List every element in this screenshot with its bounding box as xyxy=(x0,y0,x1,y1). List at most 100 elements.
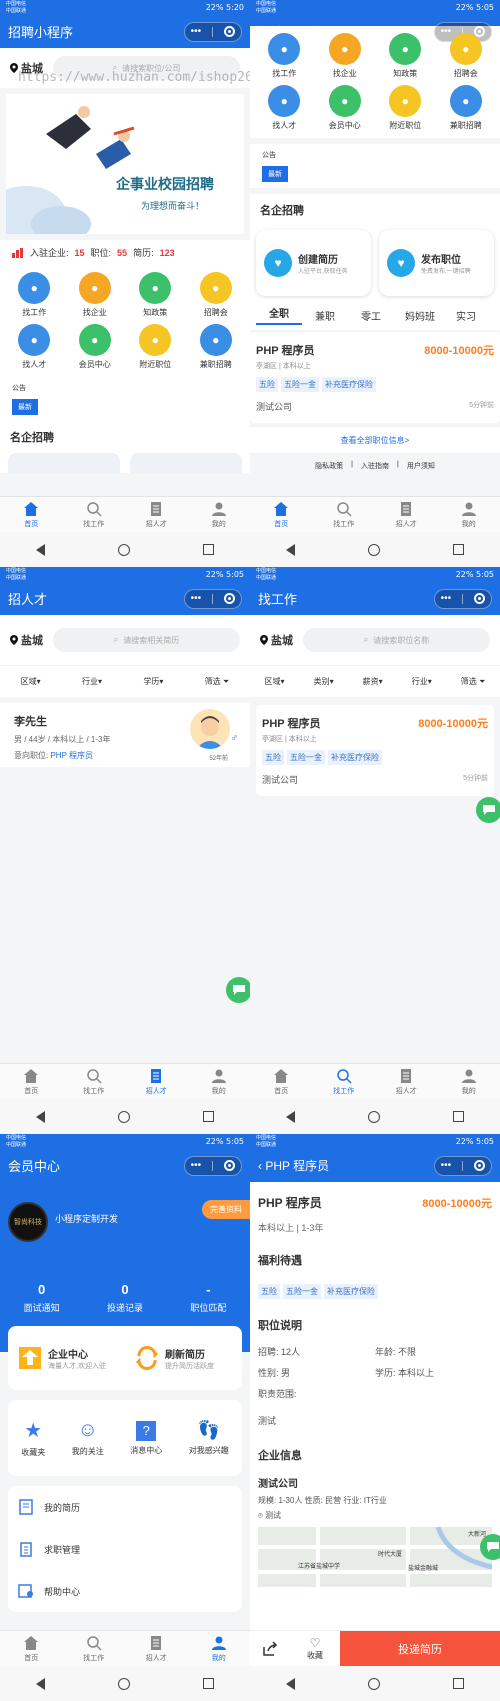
city-selector[interactable]: 盐城 xyxy=(10,632,43,648)
close-icon[interactable] xyxy=(224,593,236,604)
more-icon[interactable]: ••• xyxy=(191,593,202,604)
tab-home[interactable]: 首页 xyxy=(0,1064,63,1099)
filter-category[interactable]: 类别▾ xyxy=(314,676,334,687)
more-icon[interactable]: ••• xyxy=(191,26,202,37)
tab-internship[interactable]: 实习 xyxy=(446,308,486,323)
tab-fulltime[interactable]: 全职 xyxy=(256,305,302,325)
home-nav-icon[interactable] xyxy=(117,1677,130,1690)
recents-icon[interactable] xyxy=(452,544,464,555)
tab-find-job[interactable]: 找工作 xyxy=(63,1631,126,1666)
recents-icon[interactable] xyxy=(202,1111,214,1122)
filter-industry[interactable]: 行业▾ xyxy=(82,676,102,687)
grid-item-find-company[interactable]: ● 找企业 xyxy=(65,269,126,321)
grid-item-nearby-jobs[interactable]: ● 附近职位 xyxy=(375,82,436,134)
back-icon[interactable] xyxy=(286,543,296,556)
close-icon[interactable] xyxy=(224,26,236,37)
recents-icon[interactable] xyxy=(452,1111,464,1122)
more-icon[interactable]: ••• xyxy=(441,593,452,604)
grid-item-member-center[interactable]: ● 会员中心 xyxy=(315,82,376,134)
guide-link[interactable]: 入驻指南 xyxy=(361,461,389,471)
more-icon[interactable]: ••• xyxy=(191,1160,202,1171)
terms-link[interactable]: 用户须知 xyxy=(407,461,435,471)
miniprogram-capsule[interactable]: ••• xyxy=(184,588,242,609)
home-nav-icon[interactable] xyxy=(367,1677,380,1690)
home-nav-icon[interactable] xyxy=(367,543,380,556)
grid-item-job-fair[interactable]: ● 招聘会 xyxy=(186,269,247,321)
filter-region[interactable]: 区域▾ xyxy=(21,676,41,687)
more-icon[interactable]: ••• xyxy=(441,1160,452,1171)
tab-mom-shift[interactable]: 妈妈班 xyxy=(394,308,446,323)
follows-entry[interactable]: ☺ 我的关注 xyxy=(72,1419,104,1457)
match-stat[interactable]: - 职位匹配 xyxy=(190,1282,226,1314)
resume-card[interactable]: 李先生 男 / 44岁 / 本科以上 / 1-3年 意向职位: PHP 程序员 … xyxy=(0,703,250,767)
grid-item-find-talent[interactable]: ● 找人才 xyxy=(4,321,65,373)
close-icon[interactable] xyxy=(224,1160,236,1171)
filter-education[interactable]: 学历▾ xyxy=(143,676,163,687)
search-input[interactable]: ⌕ 请搜索相关简历 xyxy=(53,628,240,652)
search-input[interactable]: ⌕ 请搜索职位名称 xyxy=(303,628,490,652)
job-card[interactable]: PHP 程序员 8000-10000元 亭湖区 | 本科以上 五险 五险一金 补充医疗… xyxy=(256,705,494,796)
close-icon[interactable] xyxy=(474,593,486,604)
grid-item-find-talent[interactable]: ● 找人才 xyxy=(254,82,315,134)
miniprogram-capsule[interactable]: ••• xyxy=(184,21,242,42)
notice-latest-button[interactable]: 最新 xyxy=(262,166,288,182)
grid-item-policy[interactable]: ● 知政策 xyxy=(375,30,436,82)
help-center-item[interactable]: 帮助中心 xyxy=(8,1570,242,1612)
complete-profile-button[interactable]: 完善资料 xyxy=(202,1200,250,1219)
company-name[interactable]: 测试公司 xyxy=(258,1471,492,1490)
back-icon[interactable] xyxy=(286,1110,296,1123)
back-icon[interactable] xyxy=(286,1677,296,1690)
recents-icon[interactable] xyxy=(452,1678,464,1689)
miniprogram-capsule[interactable]: ••• xyxy=(434,588,492,609)
apply-button[interactable]: 投递简历 xyxy=(340,1631,500,1666)
tab-find-job[interactable]: 找工作 xyxy=(63,497,126,532)
tab-find-job[interactable]: 找工作 xyxy=(313,1064,376,1099)
tab-mine[interactable]: 我的 xyxy=(438,1064,500,1099)
share-button[interactable] xyxy=(250,1631,290,1666)
tab-mine[interactable]: 我的 xyxy=(188,1631,251,1666)
grid-item-policy[interactable]: ● 知政策 xyxy=(125,269,186,321)
recents-icon[interactable] xyxy=(202,1678,214,1689)
avatar[interactable]: 智尚科技 xyxy=(8,1202,48,1242)
miniprogram-capsule[interactable]: ••• xyxy=(184,1155,242,1176)
grid-item-parttime-jobs[interactable]: ● 兼职招聘 xyxy=(436,82,497,134)
interested-entry[interactable]: 👣 对我感兴趣 xyxy=(189,1420,229,1456)
tab-talent[interactable]: 招人才 xyxy=(125,497,188,532)
enterprise-center-entry[interactable]: 企业中心 海量人才,欢迎入驻 xyxy=(8,1346,125,1371)
favorites-entry[interactable]: ★ 收藏夹 xyxy=(21,1418,45,1458)
grid-item-find-job[interactable]: ● 找工作 xyxy=(4,269,65,321)
job-management-item[interactable]: 求职管理 xyxy=(8,1528,242,1570)
tab-find-job[interactable]: 找工作 xyxy=(313,497,376,532)
filter-region[interactable]: 区域▾ xyxy=(265,676,285,687)
filter-more[interactable]: 筛选 ⏷ xyxy=(461,676,486,687)
tab-talent[interactable]: 招人才 xyxy=(375,497,438,532)
interview-stat[interactable]: 0 面试通知 xyxy=(24,1282,60,1314)
tab-find-job[interactable]: 找工作 xyxy=(63,1064,126,1099)
view-all-jobs-link[interactable]: 查看全部职位信息> xyxy=(250,427,500,453)
applications-stat[interactable]: 0 投递记录 xyxy=(107,1282,143,1314)
favorite-button[interactable]: ♡ 收藏 xyxy=(290,1631,340,1666)
grid-item-find-company[interactable]: ● 找企业 xyxy=(315,30,376,82)
tab-mine[interactable]: 我的 xyxy=(188,1064,251,1099)
grid-item-member-center[interactable]: ● 会员中心 xyxy=(65,321,126,373)
grid-item-parttime-jobs[interactable]: ● 兼职招聘 xyxy=(186,321,247,373)
chat-float-button[interactable] xyxy=(480,1534,500,1560)
grid-item-find-job[interactable]: ● 找工作 xyxy=(254,30,315,82)
notice-latest-button[interactable]: 最新 xyxy=(12,399,38,415)
home-nav-icon[interactable] xyxy=(117,543,130,556)
tab-mine[interactable]: 我的 xyxy=(188,497,251,532)
tab-talent[interactable]: 招人才 xyxy=(125,1064,188,1099)
tab-talent[interactable]: 招人才 xyxy=(375,1064,438,1099)
tab-mine[interactable]: 我的 xyxy=(438,497,500,532)
tab-home[interactable]: 首页 xyxy=(0,1631,63,1666)
banner[interactable]: 企事业校园招聘 为理想而奋斗！ xyxy=(6,94,244,234)
filter-industry[interactable]: 行业▾ xyxy=(412,676,432,687)
home-nav-icon[interactable] xyxy=(117,1110,130,1123)
messages-entry[interactable]: ? 消息中心 xyxy=(130,1420,162,1456)
refresh-resume-entry[interactable]: 刷新简历 提升简历活跃度 xyxy=(125,1346,242,1371)
tab-gig[interactable]: 零工 xyxy=(348,308,394,323)
company-map[interactable]: 大新河 时代大厦 江苏省盐城中学 盐城金融城 xyxy=(258,1527,492,1587)
miniprogram-capsule[interactable]: ••• xyxy=(434,1155,492,1176)
grid-item-nearby-jobs[interactable]: ● 附近职位 xyxy=(125,321,186,373)
post-job-card[interactable]: ♥ 发布职位 免费发布,一键招聘 xyxy=(379,230,494,296)
